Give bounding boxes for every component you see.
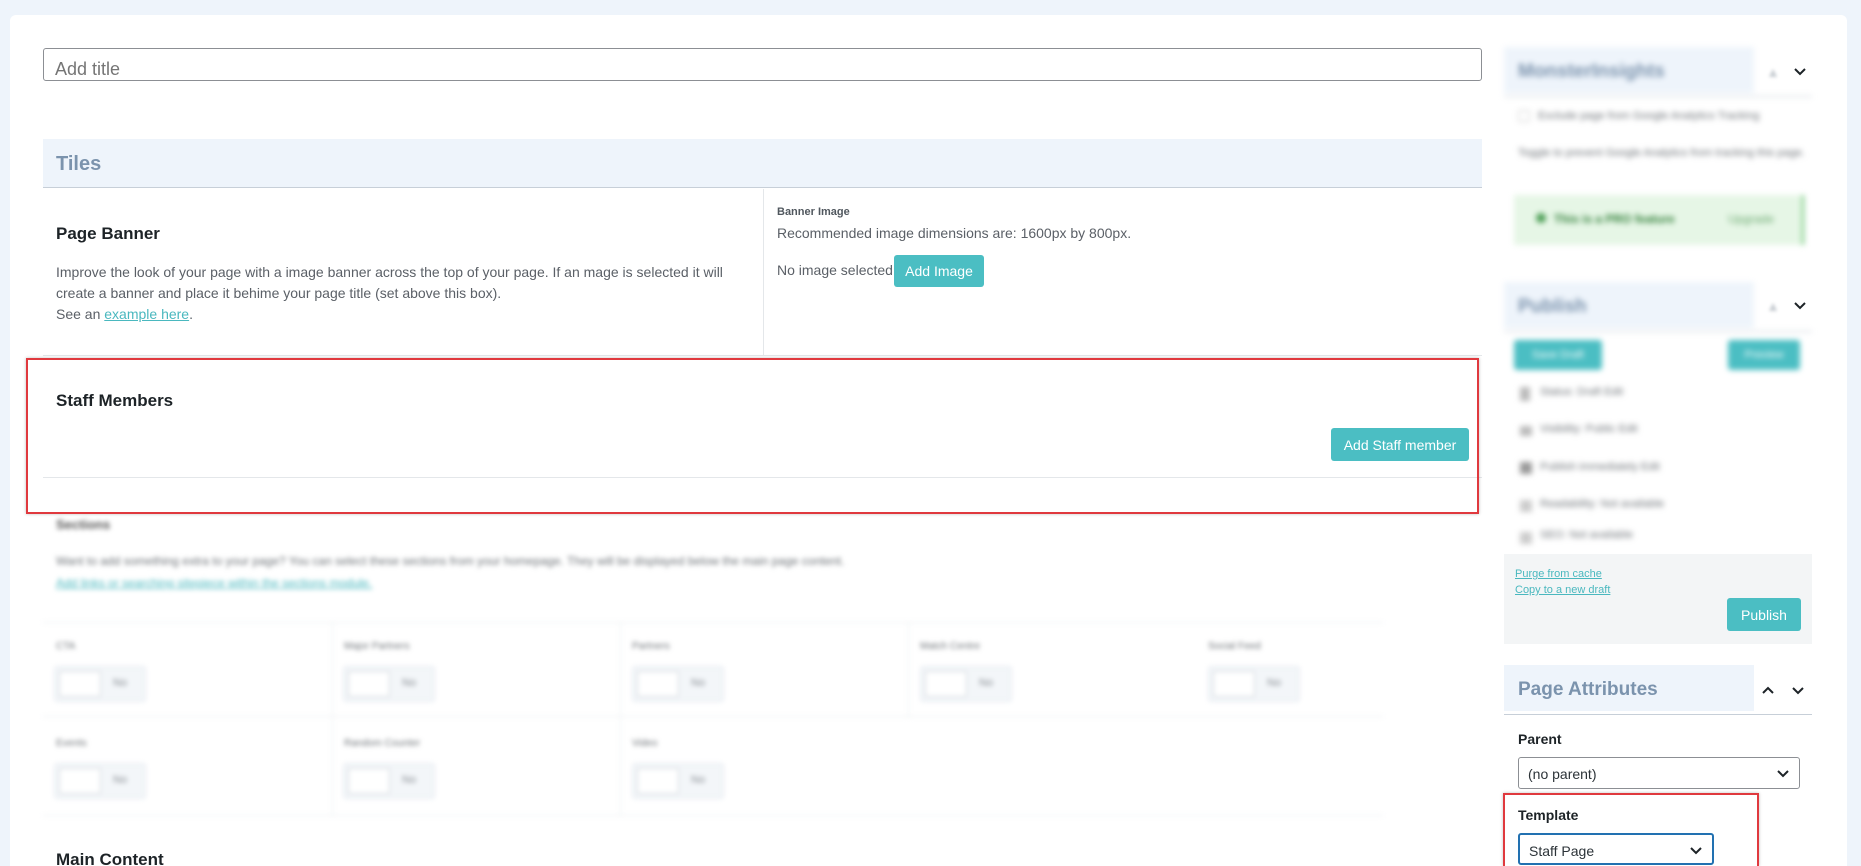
banner-image-label: Banner Image [777,206,850,218]
section-field-label: Random Counter [344,738,421,749]
chevron-down-icon[interactable] [1792,298,1808,314]
add-image-button[interactable]: Add Image [894,255,984,287]
parent-value: (no parent) [1528,766,1597,782]
calendar-icon [1520,462,1532,474]
parent-label: Parent [1518,731,1562,747]
move-up-icon[interactable]: ▲ [1765,64,1781,80]
grid-line [332,622,333,816]
section-field-toggle[interactable]: No [1208,666,1300,702]
section-field-toggle[interactable]: No [920,666,1012,702]
section-field-toggle[interactable]: No [632,666,724,702]
pin-icon [1520,387,1530,401]
chevron-up-icon[interactable] [1760,683,1776,699]
tiles-heading: Tiles [56,153,102,175]
toggle-unit: No [402,774,417,786]
section-field-label: Match Centre [920,641,981,652]
section-field-toggle[interactable]: No [343,763,435,799]
toggle-unit: No [113,774,128,786]
grid-mid-line [43,716,1383,717]
purge-cache-link[interactable]: Purge from cache [1515,568,1602,580]
chevron-down-icon [1777,770,1789,778]
see-prefix: See an [56,306,105,322]
page-banner-description-2: create a banner and place it behime your… [56,285,502,301]
publish-panel: Publish Save Draft Preview Status: Draft… [1504,282,1814,552]
sections-area: Sections Want to add something extra to … [0,500,1500,830]
section-field-label: Events [56,738,87,749]
sections-description: Want to add something extra to your page… [56,554,845,568]
save-draft-button[interactable]: Save Draft [1514,340,1602,370]
pro-feature-box: This is a PRO feature Upgrade [1514,195,1804,245]
exclude-label: Exclude page from Google Analytics Track… [1538,110,1760,122]
sections-link[interactable]: Add links or searching sitepiece within … [56,576,372,590]
grid-top-line [43,622,1383,623]
main-content-title: Main Content [56,850,164,866]
column-divider [763,189,764,355]
monsterinsights-help: Toggle to prevent Google Analytics from … [1518,147,1805,159]
toggle-unit: No [979,677,994,689]
section-field-label: Major Partners [344,641,410,652]
section-field-toggle[interactable]: No [54,763,146,799]
section-field-toggle[interactable]: No [54,666,146,702]
publish-time-text: Publish immediately Edit [1540,461,1660,473]
page-attributes-title: Page Attributes [1518,679,1658,700]
seo-icon [1520,532,1532,544]
page-banner-see-example: See an example here. [56,304,193,325]
section-field-label: Partners [632,641,670,652]
toggle-unit: No [691,774,706,786]
section-field-label: CTA [56,641,76,652]
readability-icon [1520,500,1532,512]
no-image-text: No image selected [777,262,893,278]
section-field-label: Video [632,738,658,749]
chevron-down-icon[interactable] [1790,683,1806,699]
move-up-icon[interactable]: ▲ [1765,298,1781,314]
eye-icon [1520,426,1532,436]
toggle-unit: No [402,677,417,689]
parent-select[interactable]: (no parent) [1518,757,1800,789]
publish-title: Publish [1518,296,1587,317]
section-field-label: Social Feed [1208,641,1261,652]
upgrade-link[interactable]: Upgrade [1728,212,1774,226]
grid-line [908,622,909,718]
staff-members-highlight [26,358,1479,514]
toggle-unit: No [113,677,128,689]
pro-badge: This is a PRO feature [1554,212,1675,226]
section-field-toggle[interactable]: No [632,763,724,799]
chevron-down-icon[interactable] [1792,64,1808,80]
section-field-toggle[interactable]: No [343,666,435,702]
status-text: Status: Draft Edit [1540,386,1624,398]
grid-bottom-line [43,815,1383,816]
preview-button[interactable]: Preview [1728,340,1800,370]
readability-text: Readability: Not available [1540,498,1665,510]
template-highlight [1503,793,1759,866]
toggle-unit: No [1267,677,1282,689]
visibility-text: Visibility: Public Edit [1540,423,1638,435]
tiles-panel-header[interactable]: Tiles [43,139,1482,188]
toggle-unit: No [691,677,706,689]
seo-text: SEO: Not available [1540,529,1633,541]
sections-title: Sections [56,517,111,532]
example-link[interactable]: example here [104,306,189,322]
copy-draft-link[interactable]: Copy to a new draft [1515,584,1610,596]
title-input[interactable] [43,48,1482,81]
publish-button[interactable]: Publish [1727,598,1801,631]
lock-icon [1536,213,1546,223]
banner-recommendation: Recommended image dimensions are: 1600px… [777,225,1132,241]
see-suffix: . [189,306,193,322]
exclude-checkbox[interactable] [1518,110,1530,122]
monsterinsights-title: MonsterInsights [1518,61,1665,82]
grid-line [620,622,621,816]
page-banner-title: Page Banner [56,224,160,243]
row-divider [43,355,1482,356]
page-banner-description-1: Improve the look of your page with a ima… [56,264,723,280]
